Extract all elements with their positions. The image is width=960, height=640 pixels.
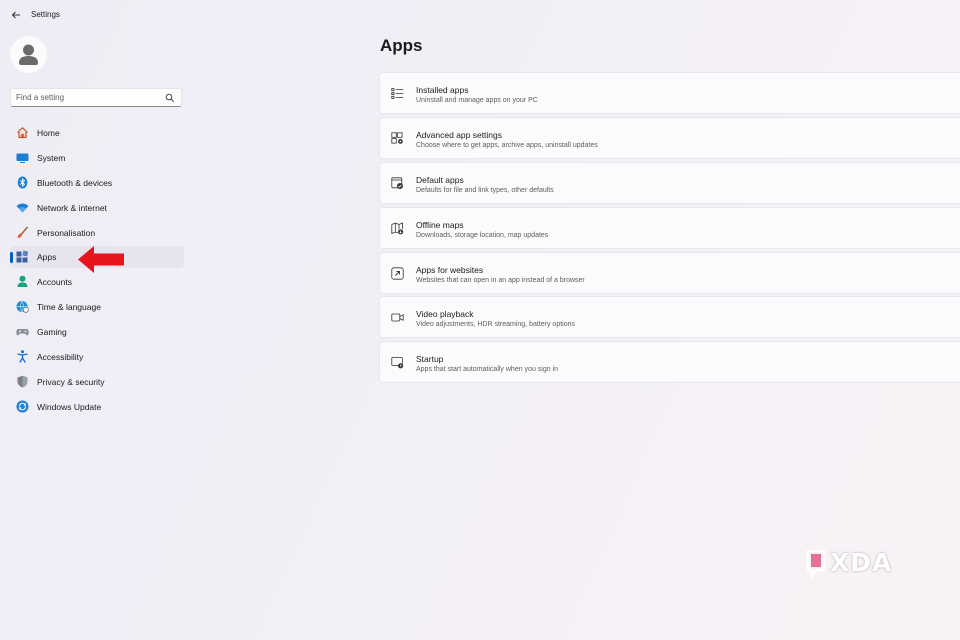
- startup-icon: [391, 357, 404, 369]
- annotation-arrow-icon: [78, 246, 124, 273]
- card-description: Uninstall and manage apps on your PC: [416, 97, 538, 104]
- card-description: Defaults for file and link types, other …: [416, 187, 554, 194]
- card-title: Advanced app settings: [416, 130, 503, 140]
- card-title: Installed apps: [416, 85, 469, 95]
- update-icon: [16, 400, 29, 413]
- sidebar-item-label: Network & internet: [37, 203, 107, 213]
- sidebar-item-label: Bluetooth & devices: [37, 178, 113, 188]
- card-apps-for-websites[interactable]: Apps for websites Websites that can open…: [379, 252, 960, 294]
- sidebar-item-bluetooth[interactable]: Bluetooth & devices: [10, 172, 184, 194]
- search-box[interactable]: [10, 88, 182, 107]
- sidebar-item-personalisation[interactable]: Personalisation: [10, 222, 184, 244]
- person-icon: [17, 275, 28, 287]
- sidebar-item-label: Accessibility: [37, 352, 84, 362]
- xda-watermark: XDA: [806, 548, 898, 578]
- back-button[interactable]: [8, 7, 24, 23]
- search-input[interactable]: [16, 91, 156, 104]
- sidebar-item-gaming[interactable]: Gaming: [10, 321, 184, 343]
- sidebar-item-label: Home: [37, 128, 60, 138]
- sidebar-item-label: Time & language: [37, 302, 101, 312]
- brush-icon: [17, 226, 29, 238]
- card-title: Apps for websites: [416, 265, 484, 275]
- card-description: Downloads, storage location, map updates: [416, 232, 549, 239]
- card-description: Websites that can open in an app instead…: [416, 277, 585, 284]
- card-title: Offline maps: [416, 220, 464, 230]
- sidebar-item-accounts[interactable]: Accounts: [10, 271, 184, 293]
- default-check-icon: [391, 177, 403, 189]
- sidebar-item-label: Windows Update: [37, 402, 102, 412]
- sidebar-item-label: Gaming: [37, 327, 67, 337]
- sidebar-item-accessibility[interactable]: Accessibility: [10, 346, 184, 368]
- sidebar-item-system[interactable]: System: [10, 147, 184, 169]
- sidebar-item-label: Accounts: [37, 277, 72, 287]
- system-icon: [16, 153, 29, 163]
- external-link-icon: [391, 267, 404, 280]
- sidebar-item-label: Apps: [37, 252, 57, 262]
- shield-icon: [17, 375, 28, 388]
- globe-clock-icon: [16, 300, 29, 313]
- card-video-playback[interactable]: Video playback Video adjustments, HDR st…: [379, 296, 960, 338]
- card-title: Startup: [416, 354, 444, 364]
- sidebar-item-home[interactable]: Home: [10, 122, 184, 144]
- title-bar: Settings: [0, 0, 960, 30]
- app-gear-icon: [391, 132, 403, 144]
- card-description: Video adjustments, HDR streaming, batter…: [416, 321, 576, 328]
- sidebar-item-privacy[interactable]: Privacy & security: [10, 371, 184, 393]
- apps-icon: [16, 250, 29, 263]
- card-offline-maps[interactable]: Offline maps Downloads, storage location…: [379, 207, 960, 249]
- sidebar-item-label: Personalisation: [37, 228, 96, 238]
- avatar[interactable]: [10, 36, 47, 73]
- wifi-icon: [16, 203, 29, 213]
- home-icon: [17, 126, 28, 139]
- sidebar-item-time-language[interactable]: Time & language: [10, 296, 184, 318]
- card-title: Video playback: [416, 309, 474, 319]
- list-icon: [391, 88, 404, 99]
- gamepad-icon: [16, 329, 29, 336]
- xda-logo-icon: [806, 549, 826, 578]
- card-startup[interactable]: Startup Apps that start automatically wh…: [379, 341, 960, 383]
- active-indicator: [10, 252, 13, 263]
- search-icon[interactable]: [165, 93, 175, 103]
- page-title: Apps: [380, 36, 423, 55]
- card-description: Choose where to get apps, archive apps, …: [416, 142, 598, 149]
- card-installed-apps[interactable]: Installed apps Uninstall and manage apps…: [379, 72, 960, 114]
- card-title: Default apps: [416, 175, 464, 185]
- window-title: Settings: [31, 10, 60, 19]
- card-advanced-app-settings[interactable]: Advanced app settings Choose where to ge…: [379, 117, 960, 159]
- accessibility-icon: [17, 350, 28, 363]
- sidebar-item-label: System: [37, 153, 66, 163]
- map-icon: [391, 222, 404, 235]
- bluetooth-icon: [17, 176, 28, 189]
- sidebar-item-windows-update[interactable]: Windows Update: [10, 396, 184, 418]
- watermark-text: XDA: [830, 548, 893, 577]
- back-arrow-icon: [11, 11, 20, 19]
- sidebar-item-label: Privacy & security: [37, 377, 105, 387]
- sidebar-item-network[interactable]: Network & internet: [10, 197, 184, 219]
- card-default-apps[interactable]: Default apps Defaults for file and link …: [379, 162, 960, 204]
- card-description: Apps that start automatically when you s…: [416, 366, 559, 373]
- video-icon: [391, 313, 404, 322]
- user-icon: [19, 44, 38, 65]
